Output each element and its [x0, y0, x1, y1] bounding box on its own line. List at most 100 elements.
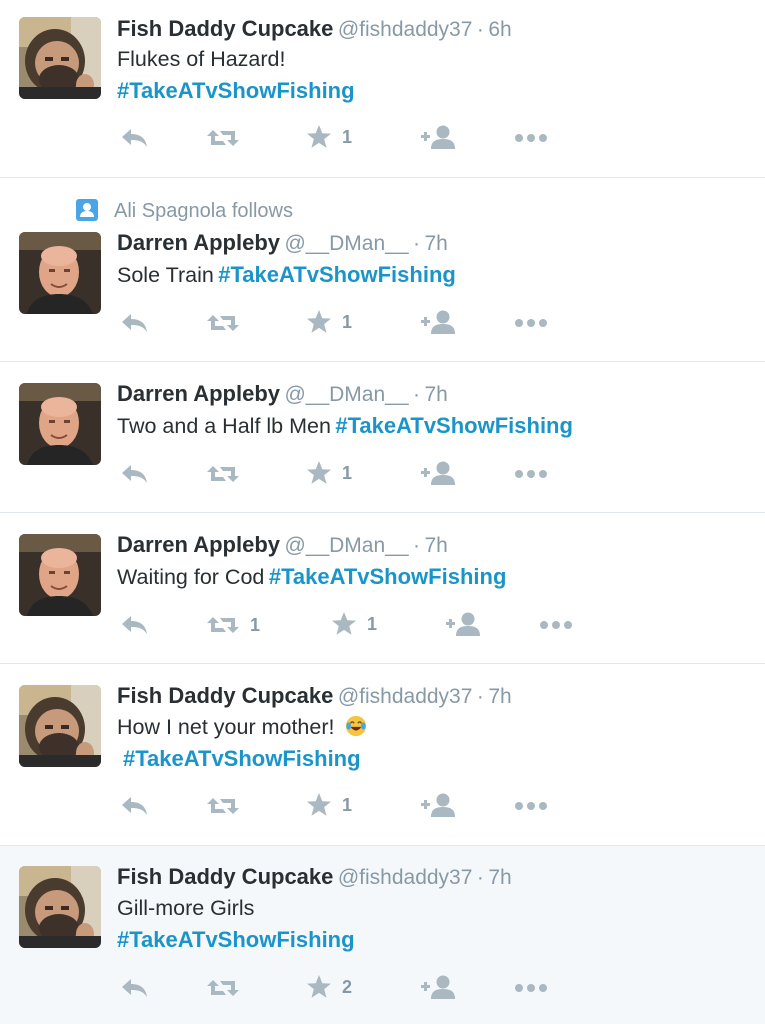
tweet[interactable]: Darren Appleby @__DMan__ · 7h Two and a … — [0, 362, 765, 513]
like-count: 2 — [342, 976, 353, 997]
tweet-header: Fish Daddy Cupcake @fishdaddy37 · 7h — [117, 683, 512, 709]
reply-button[interactable] — [119, 459, 149, 489]
reply-button[interactable] — [119, 123, 149, 153]
retweet-button[interactable]: 1 — [206, 610, 260, 640]
follow-icon — [446, 611, 482, 637]
avatar[interactable] — [19, 866, 101, 948]
more-button[interactable] — [514, 308, 548, 338]
follow-icon — [421, 974, 457, 1000]
retweet-button[interactable] — [206, 123, 250, 153]
reply-button[interactable] — [119, 791, 149, 821]
reply-button[interactable] — [119, 308, 149, 338]
reply-icon — [119, 126, 149, 150]
like-count: 1 — [342, 794, 353, 815]
author-name[interactable]: Darren Appleby — [117, 381, 280, 406]
tweet-header: Darren Appleby @__DMan__ · 7h — [117, 532, 448, 558]
like-button[interactable]: 2 — [306, 972, 352, 1002]
hashtag-link[interactable]: #TakeATvShowFishing — [218, 262, 456, 287]
more-icon — [514, 133, 548, 143]
author-handle[interactable]: @__DMan__ — [284, 383, 408, 406]
follow-button[interactable] — [421, 307, 457, 337]
tweet[interactable]: Darren Appleby @__DMan__ · 7h Waiting fo… — [0, 513, 765, 664]
tweet[interactable]: Fish Daddy Cupcake @fishdaddy37 · 7h Gil… — [0, 846, 765, 1024]
avatar[interactable] — [19, 685, 101, 767]
retweet-icon — [206, 976, 240, 1000]
like-button[interactable]: 1 — [306, 122, 352, 152]
timestamp[interactable]: 7h — [488, 866, 511, 889]
follow-button[interactable] — [421, 790, 457, 820]
like-count: 1 — [342, 311, 353, 332]
author-name[interactable]: Fish Daddy Cupcake — [117, 16, 333, 41]
follow-button[interactable] — [446, 609, 482, 639]
more-button[interactable] — [514, 791, 548, 821]
reply-icon — [119, 462, 149, 486]
like-count: 1 — [367, 613, 378, 634]
like-button[interactable]: 1 — [331, 609, 377, 639]
author-name[interactable]: Darren Appleby — [117, 532, 280, 557]
avatar[interactable] — [19, 383, 101, 465]
author-name[interactable]: Fish Daddy Cupcake — [117, 683, 333, 708]
hashtag-link[interactable]: #TakeATvShowFishing — [269, 564, 507, 589]
hashtag-link[interactable]: #TakeATvShowFishing — [335, 413, 573, 438]
tweet-header: Fish Daddy Cupcake @fishdaddy37 · 6h — [117, 16, 512, 42]
reply-button[interactable] — [119, 973, 149, 1003]
timestamp[interactable]: 7h — [424, 534, 447, 557]
tweet-text: How I net your mother! — [117, 715, 335, 739]
like-button[interactable]: 1 — [306, 790, 352, 820]
tweet-header: Darren Appleby @__DMan__ · 7h — [117, 381, 448, 407]
hashtag-link[interactable]: #TakeATvShowFishing — [117, 927, 355, 953]
separator: · — [476, 866, 484, 889]
hashtag-link[interactable]: #TakeATvShowFishing — [117, 78, 355, 104]
reply-icon — [119, 794, 149, 818]
follow-icon — [421, 460, 457, 486]
like-button[interactable]: 1 — [306, 307, 352, 337]
retweet-button[interactable] — [206, 308, 250, 338]
more-button[interactable] — [514, 973, 548, 1003]
separator: · — [476, 685, 484, 708]
author-name[interactable]: Darren Appleby — [117, 230, 280, 255]
like-count: 1 — [342, 126, 353, 147]
author-handle[interactable]: @fishdaddy37 — [338, 685, 473, 708]
timestamp[interactable]: 6h — [488, 18, 511, 41]
tweet[interactable]: Fish Daddy Cupcake @fishdaddy37 · 6h Flu… — [0, 0, 765, 178]
follow-button[interactable] — [421, 458, 457, 488]
more-button[interactable] — [514, 123, 548, 153]
like-button[interactable]: 1 — [306, 458, 352, 488]
tweet[interactable]: Fish Daddy Cupcake @fishdaddy37 · 7h How… — [0, 664, 765, 846]
more-icon — [514, 318, 548, 328]
retweet-button[interactable] — [206, 973, 250, 1003]
separator: · — [476, 18, 484, 41]
reply-icon — [119, 976, 149, 1000]
author-handle[interactable]: @fishdaddy37 — [338, 18, 473, 41]
like-count: 1 — [342, 462, 353, 483]
tweet-text-line: Two and a Half lb Men #TakeATvShowFishin… — [117, 413, 573, 439]
author-handle[interactable]: @__DMan__ — [284, 534, 408, 557]
like-star-icon — [306, 124, 332, 150]
like-star-icon — [306, 309, 332, 335]
more-button[interactable] — [539, 610, 573, 640]
author-name[interactable]: Fish Daddy Cupcake — [117, 864, 333, 889]
author-handle[interactable]: @__DMan__ — [284, 232, 408, 255]
author-handle[interactable]: @fishdaddy37 — [338, 866, 473, 889]
like-star-icon — [306, 792, 332, 818]
timestamp[interactable]: 7h — [488, 685, 511, 708]
tweet-header: Darren Appleby @__DMan__ · 7h — [117, 230, 448, 256]
retweet-button[interactable] — [206, 791, 250, 821]
timestamp[interactable]: 7h — [424, 232, 447, 255]
follow-icon — [421, 309, 457, 335]
timestamp[interactable]: 7h — [424, 383, 447, 406]
follow-button[interactable] — [421, 972, 457, 1002]
tweet[interactable]: Ali Spagnola follows Darren Appleby @__D… — [0, 178, 765, 362]
retweet-icon — [206, 311, 240, 335]
more-button[interactable] — [514, 459, 548, 489]
hashtag-link[interactable]: #TakeATvShowFishing — [123, 746, 361, 772]
retweet-button[interactable] — [206, 459, 250, 489]
more-icon — [514, 983, 548, 993]
retweet-count: 1 — [250, 614, 261, 635]
avatar[interactable] — [19, 17, 101, 99]
avatar[interactable] — [19, 232, 101, 314]
follow-button[interactable] — [421, 122, 457, 152]
avatar[interactable] — [19, 534, 101, 616]
retweet-icon — [206, 462, 240, 486]
reply-button[interactable] — [119, 610, 149, 640]
